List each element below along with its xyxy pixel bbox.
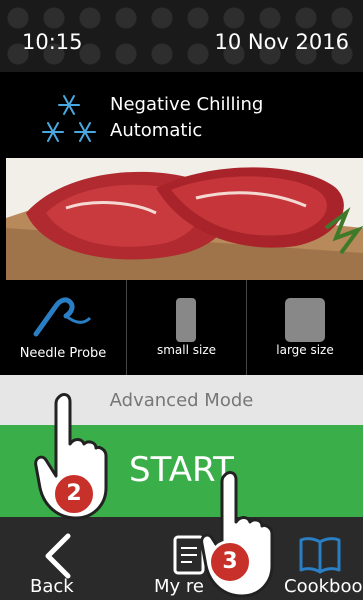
clock-date: 10 Nov 2016 [214, 30, 349, 54]
program-name: Negative Chilling [110, 94, 264, 115]
step-badge-3: 3 [208, 540, 252, 584]
cookbook-label[interactable]: Cookbook [284, 576, 363, 597]
program-type: Automatic [110, 120, 203, 141]
needle-probe-label: Needle Probe [19, 346, 107, 361]
book-icon[interactable] [298, 534, 342, 574]
needle-probe-option[interactable]: Needle Probe [0, 280, 127, 375]
large-size-icon [285, 298, 325, 342]
back-arrow-icon[interactable] [40, 532, 76, 580]
large-size-label: large size [276, 343, 334, 357]
needle-probe-icon [33, 297, 92, 337]
small-size-icon [176, 298, 196, 342]
status-bar: 10:15 10 Nov 2016 [0, 0, 363, 72]
clock-time: 10:15 [22, 30, 83, 54]
small-size-option[interactable]: small size [127, 280, 247, 375]
snowflake-icon [42, 95, 96, 142]
large-size-option[interactable]: large size [247, 280, 363, 375]
back-button-label[interactable]: Back [30, 576, 74, 597]
food-photo [6, 158, 363, 280]
step-badge-2: 2 [52, 472, 96, 516]
small-size-label: small size [156, 343, 217, 357]
